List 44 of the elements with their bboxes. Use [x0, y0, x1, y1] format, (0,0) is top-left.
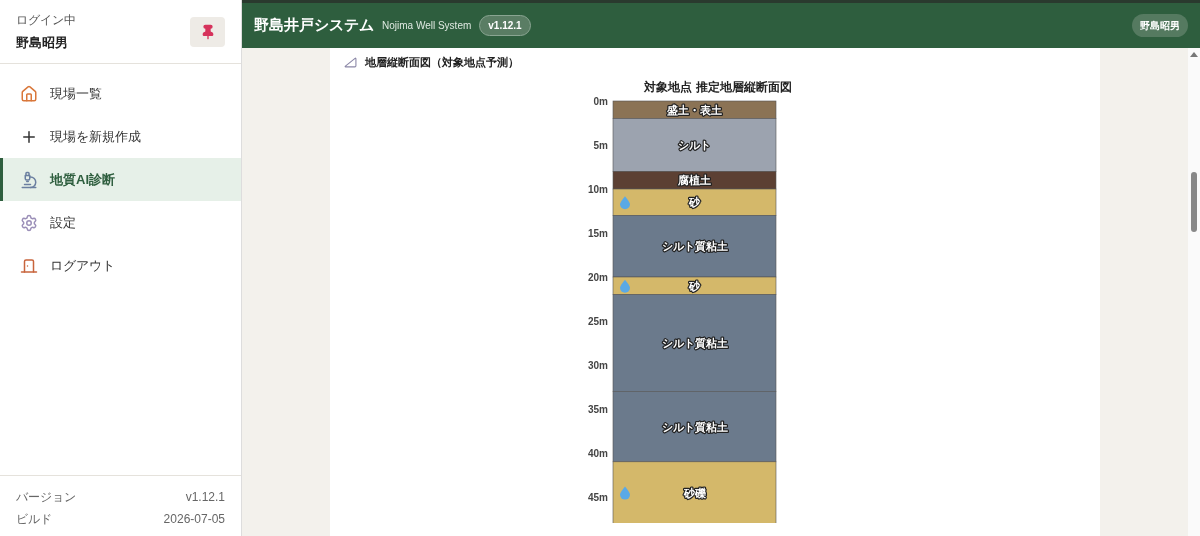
nav-item[interactable]: 設定 — [0, 201, 241, 244]
nav-item[interactable]: ログアウト — [0, 244, 241, 287]
layer-label: シルト — [678, 138, 711, 151]
footer-label: ビルド — [16, 511, 52, 528]
depth-tick-label: 15m — [588, 227, 608, 239]
footer-value: 2026-07-05 — [163, 511, 225, 528]
door-icon — [20, 256, 38, 275]
chart-title: 対象地点 推定地層縦断面図 — [644, 79, 792, 94]
ruler-triangle-icon — [344, 55, 357, 69]
gear-icon — [20, 213, 38, 232]
app-subtitle: Nojima Well System — [382, 19, 472, 33]
nav-item[interactable]: 現場を新規作成 — [0, 115, 241, 158]
login-status-label: ログイン中 — [16, 11, 76, 29]
depth-tick-label: 10m — [588, 183, 608, 195]
layer-label: 砂 — [689, 195, 700, 208]
footer-label: バージョン — [16, 489, 76, 506]
depth-tick-label: 25m — [588, 315, 608, 327]
footer-value: v1.12.1 — [185, 489, 225, 506]
depth-tick-label: 20m — [588, 271, 608, 283]
version-badge: v1.12.1 — [479, 15, 531, 36]
depth-tick-label: 5m — [593, 139, 608, 151]
depth-tick-label: 45m — [588, 491, 608, 503]
app-title: 野島井戸システム — [254, 15, 374, 36]
pin-button[interactable] — [190, 16, 225, 47]
microscope-icon — [20, 170, 38, 189]
depth-tick-label: 40m — [588, 447, 608, 459]
layer-label: シルト質粘土 — [661, 420, 728, 433]
depth-tick-label: 30m — [588, 359, 608, 371]
depth-tick-label: 35m — [588, 403, 608, 415]
nav-item[interactable]: 現場一覧 — [0, 72, 241, 115]
layer-label: 腐植土 — [678, 173, 711, 186]
house-icon — [20, 84, 38, 103]
layer-label: 砂 — [689, 279, 700, 292]
layer-label: シルト質粘土 — [661, 239, 728, 252]
nav-item[interactable]: 地質AI診断 — [0, 158, 241, 201]
layer-label: 砂礫 — [683, 486, 706, 499]
layer-label: 盛土・表土 — [667, 103, 722, 116]
scrollbar-thumb[interactable] — [1191, 172, 1197, 232]
user-name: 野島昭男 — [16, 33, 69, 52]
user-badge[interactable]: 野島昭男 — [1132, 14, 1188, 37]
section-title: 地層縦断面図（対象地点予測） — [365, 55, 519, 70]
scroll-up-arrow-icon[interactable] — [1190, 52, 1198, 57]
depth-tick-label: 0m — [593, 95, 608, 107]
layer-label: シルト質粘土 — [661, 336, 728, 349]
